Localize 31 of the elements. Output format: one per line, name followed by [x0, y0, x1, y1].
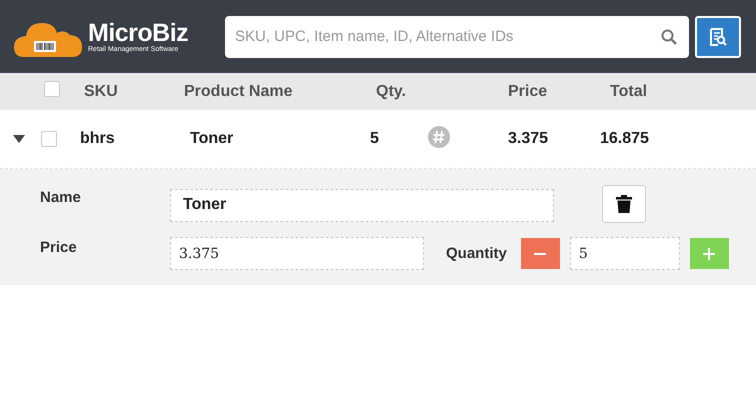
- column-header[interactable]: Total: [600, 82, 756, 100]
- search-icon: [661, 28, 677, 44]
- minus-icon: [534, 252, 546, 254]
- name-field[interactable]: Toner: [170, 188, 554, 222]
- table-cell-text: bhrs: [80, 130, 116, 148]
- table-cell-text: 16.875: [600, 130, 650, 148]
- advanced-search-button[interactable]: [695, 16, 741, 58]
- increase-button[interactable]: [690, 238, 729, 269]
- price-field[interactable]: 3.375: [170, 237, 424, 270]
- field-label: Name: [40, 188, 82, 206]
- table-cell-text: 5: [370, 130, 380, 148]
- column-header[interactable]: Product Name: [180, 82, 370, 100]
- trash-icon: [616, 195, 632, 213]
- logo-name: MicroBiz: [88, 20, 188, 46]
- document-search-icon: [709, 28, 727, 46]
- delete-button[interactable]: [602, 185, 646, 223]
- search-field[interactable]: SKU, UPC, Item name, ID, Alternative IDs: [225, 16, 689, 58]
- table-cell-text: 3.375: [508, 130, 550, 148]
- quantity-field[interactable]: 5: [570, 237, 680, 270]
- column-header[interactable]: SKU: [80, 82, 180, 100]
- field-label: Price: [40, 238, 78, 256]
- table-cell-text: Toner: [189, 130, 234, 148]
- caret-down-icon[interactable]: [13, 134, 25, 144]
- decrease-button[interactable]: [520, 238, 560, 269]
- field-label: Quantity: [446, 245, 507, 262]
- plus-icon: [703, 248, 716, 260]
- column-header[interactable]: Qty.: [370, 82, 428, 100]
- checkbox[interactable]: [41, 131, 57, 147]
- column-header[interactable]: Price: [508, 82, 600, 100]
- hash-icon[interactable]: [428, 126, 450, 148]
- checkbox[interactable]: [44, 81, 60, 97]
